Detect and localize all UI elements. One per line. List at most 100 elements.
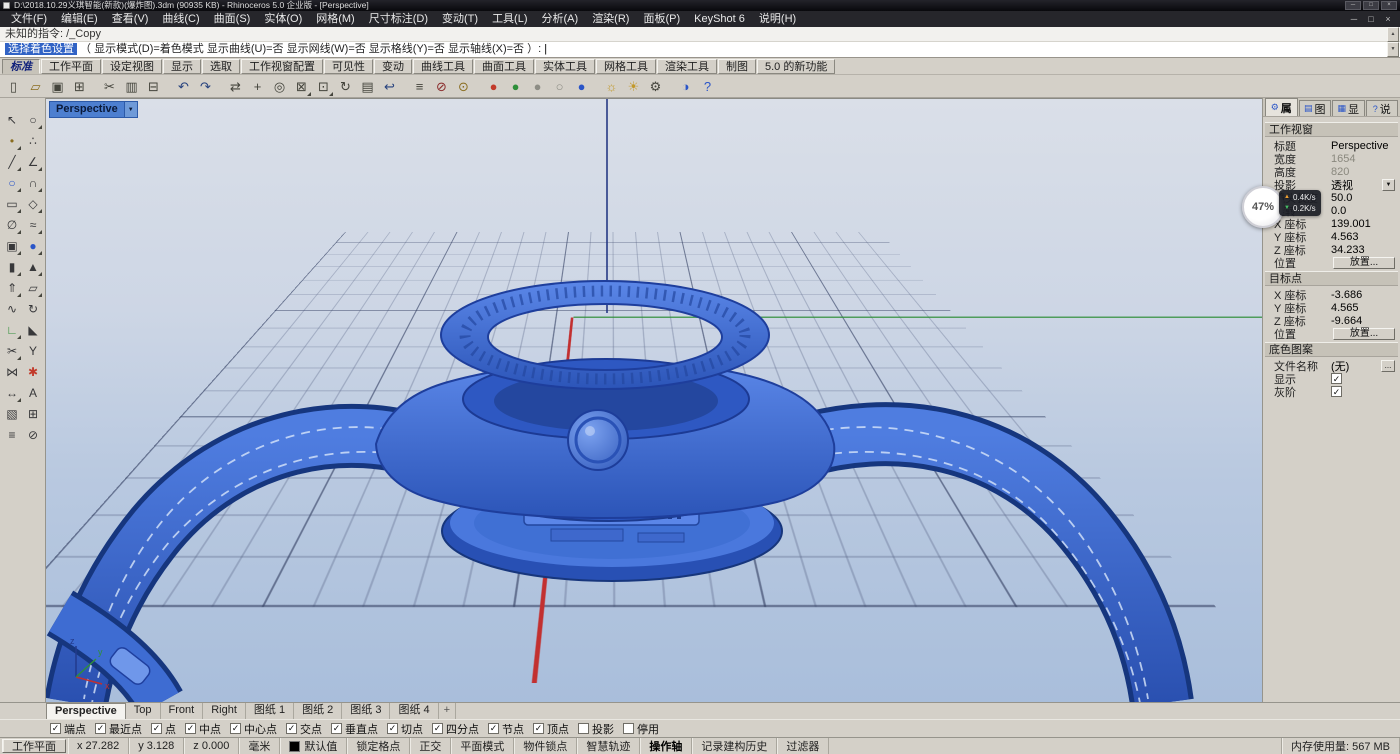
row-camera-z-value[interactable]: 34.233 — [1331, 244, 1398, 256]
visibility-icon[interactable]: ⊘ — [23, 425, 43, 445]
viewport-tab[interactable]: Front — [161, 703, 204, 719]
status-segment[interactable]: 操作轴 — [640, 738, 692, 754]
freeform-curve-icon[interactable]: ≈ — [23, 215, 43, 235]
menu-item[interactable]: 网格(M) — [309, 11, 362, 27]
viewport-tab[interactable]: 图纸 4 — [390, 703, 438, 719]
status-segment[interactable]: 智慧轨迹 — [577, 738, 640, 754]
redo-icon[interactable]: ↷ — [195, 76, 216, 97]
scroll-up-icon[interactable]: ▲ — [1387, 27, 1399, 42]
row-camera-y-value[interactable]: 4.563 — [1331, 231, 1398, 243]
row-lens-value[interactable]: 50.0 — [1331, 192, 1398, 204]
command-prompt-line[interactable]: 选择着色设置 （ 显示模式(D)=着色模式 显示曲线(U)=否 显示网线(W)=… — [0, 42, 1400, 58]
point-icon[interactable]: • — [2, 131, 22, 151]
status-segment[interactable]: 工作平面 — [2, 739, 66, 753]
browse-wallpaper-button[interactable]: ... — [1381, 360, 1395, 372]
menu-item[interactable]: 工具(L) — [485, 11, 534, 27]
sun-icon[interactable]: ☼ — [601, 76, 622, 97]
hide-objects-icon[interactable]: ⊘ — [431, 76, 452, 97]
sphere-icon[interactable]: ● — [23, 236, 43, 256]
osnap-item[interactable]: 中点 — [185, 721, 221, 737]
viewport-tab[interactable]: Right — [203, 703, 246, 719]
surface-icon[interactable]: ▱ — [23, 278, 43, 298]
toolbar-tab[interactable]: 变动 — [374, 59, 412, 74]
menu-item[interactable]: 变动(T) — [435, 11, 485, 27]
osnap-item[interactable]: 四分点 — [432, 721, 479, 737]
move-icon[interactable]: + — [247, 76, 268, 97]
place-target-button[interactable]: 放置... — [1333, 328, 1395, 340]
fillet-icon[interactable]: ∟ — [2, 320, 22, 340]
watch-crown[interactable] — [568, 410, 628, 470]
network-speed-overlay[interactable]: 47% ▲ 0.4K/s ▼ 0.2K/s — [1242, 186, 1321, 228]
toolbar-tab[interactable]: 工作平面 — [41, 59, 101, 74]
toolbar-tab[interactable]: 网格工具 — [596, 59, 656, 74]
status-segment[interactable]: 平面模式 — [451, 738, 514, 754]
chamfer-icon[interactable]: ◣ — [23, 320, 43, 340]
viewport-title-dropdown-icon[interactable]: ▼ — [125, 101, 138, 118]
revolve-icon[interactable]: ↻ — [23, 299, 43, 319]
row-projection-value[interactable]: 透视 — [1331, 177, 1382, 193]
menu-item[interactable]: 实体(O) — [257, 11, 309, 27]
select-arrow-icon[interactable]: ↖ — [2, 110, 22, 130]
shaded-mode-icon[interactable]: ● — [483, 76, 504, 97]
tab-display[interactable]: ▦ 显 — [1332, 100, 1365, 116]
viewport-tab[interactable]: Top — [126, 703, 161, 719]
toolbar-tab[interactable]: 制图 — [718, 59, 756, 74]
pan-icon[interactable]: ⇄ — [225, 76, 246, 97]
status-segment[interactable]: 物件锁点 — [514, 738, 577, 754]
watch-model[interactable]: z x y — [46, 99, 1262, 702]
viewport-tab[interactable]: 图纸 2 — [294, 703, 342, 719]
maximize-button[interactable]: □ — [1363, 1, 1379, 10]
osnap-item[interactable]: 投影 — [578, 721, 614, 737]
osnap-checkbox[interactable] — [185, 723, 196, 734]
lasso-select-icon[interactable]: ○ — [23, 110, 43, 130]
menu-item[interactable]: 文件(F) — [4, 11, 54, 27]
cone-icon[interactable]: ▲ — [23, 257, 43, 277]
row-title-value[interactable]: Perspective — [1331, 140, 1398, 152]
osnap-item[interactable]: 端点 — [50, 721, 86, 737]
mdi-minimize-button[interactable]: ─ — [1347, 12, 1361, 26]
row-wallpaper-file-value[interactable]: (无) — [1331, 358, 1381, 374]
hatch-icon[interactable]: ▧ — [2, 404, 22, 424]
osnap-checkbox[interactable] — [533, 723, 544, 734]
viewport-tab[interactable]: 图纸 3 — [342, 703, 390, 719]
viewport-tab[interactable]: Perspective — [46, 703, 126, 719]
cut-icon[interactable]: ✂ — [99, 76, 120, 97]
tab-properties[interactable]: ⚙ 属 — [1265, 98, 1298, 116]
toolbar-tab[interactable]: 渲染工具 — [657, 59, 717, 74]
viewport-tab[interactable]: + — [439, 703, 456, 719]
open-file-icon[interactable]: ▱ — [25, 76, 46, 97]
trim-icon[interactable]: ✂ — [2, 341, 22, 361]
status-segment[interactable]: 正交 — [410, 738, 451, 754]
osnap-checkbox[interactable] — [151, 723, 162, 734]
osnap-checkbox[interactable] — [230, 723, 241, 734]
options-gear-icon[interactable]: ⚙ — [645, 76, 666, 97]
zoom-extents-icon[interactable]: ⊡ — [313, 76, 334, 97]
viewport-title-label[interactable]: Perspective — [49, 101, 125, 118]
toolbar-tab[interactable]: 工作视窗配置 — [241, 59, 323, 74]
rotate-view-icon[interactable]: ↻ — [335, 76, 356, 97]
rectangle-icon[interactable]: ▭ — [2, 194, 22, 214]
extrude-icon[interactable]: ⇑ — [2, 278, 22, 298]
watch-bezel[interactable] — [441, 281, 769, 389]
dimension-icon[interactable]: ↔ — [2, 383, 22, 403]
toolbar-tab[interactable]: 选取 — [202, 59, 240, 74]
undo-icon[interactable]: ↶ — [173, 76, 194, 97]
lock-objects-icon[interactable]: ⊙ — [453, 76, 474, 97]
loft-icon[interactable]: ∿ — [2, 299, 22, 319]
menu-item[interactable]: 渲染(R) — [585, 11, 636, 27]
menu-item[interactable]: 编辑(E) — [54, 11, 105, 27]
osnap-item[interactable]: 最近点 — [95, 721, 142, 737]
status-segment[interactable]: 过滤器 — [777, 738, 829, 754]
row-rotation-value[interactable]: 0.0 — [1331, 205, 1398, 217]
point-cloud-icon[interactable]: ∴ — [23, 131, 43, 151]
osnap-item[interactable]: 停用 — [623, 721, 659, 737]
status-segment[interactable]: 锁定格点 — [347, 738, 410, 754]
osnap-checkbox[interactable] — [95, 723, 106, 734]
xray-mode-icon[interactable]: ○ — [549, 76, 570, 97]
keyshot-render-icon[interactable]: ◑ — [675, 76, 696, 97]
menu-item[interactable]: 曲线(C) — [155, 11, 206, 27]
box-icon[interactable]: ▣ — [2, 236, 22, 256]
join-icon[interactable]: ⋈ — [2, 362, 22, 382]
osnap-item[interactable]: 交点 — [286, 721, 322, 737]
menu-item[interactable]: 查看(V) — [105, 11, 156, 27]
